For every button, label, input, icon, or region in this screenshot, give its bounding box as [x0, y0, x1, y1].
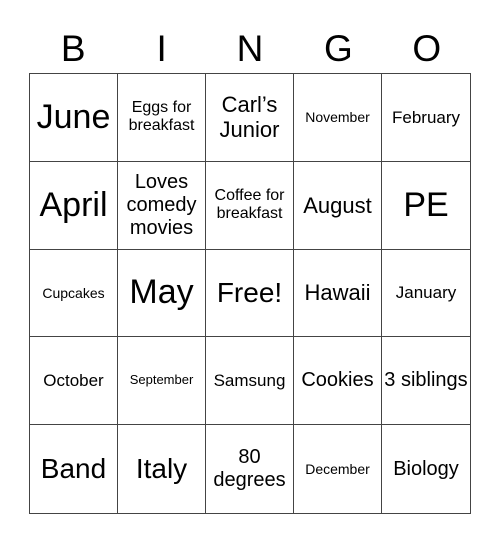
bingo-cell[interactable]: Loves comedy movies: [118, 161, 206, 250]
header-letter-b: B: [60, 28, 86, 69]
bingo-cell[interactable]: December: [294, 425, 382, 513]
bingo-cell[interactable]: Biology: [382, 425, 470, 513]
bingo-cell[interactable]: August: [294, 161, 382, 250]
header-letter-i: I: [156, 28, 167, 69]
header-letter-o: O: [412, 28, 442, 69]
bingo-cell[interactable]: Eggs for breakfast: [118, 74, 206, 162]
bingo-cell[interactable]: Hawaii: [294, 249, 382, 338]
bingo-cell[interactable]: September: [118, 337, 206, 426]
bingo-cell[interactable]: Cupcakes: [30, 249, 118, 338]
bingo-cell[interactable]: Samsung: [206, 337, 294, 426]
header-letter-g: G: [324, 28, 353, 69]
bingo-cell[interactable]: Carl’s Junior: [206, 74, 294, 162]
bingo-cell[interactable]: 80 degrees: [206, 425, 294, 513]
bingo-cell[interactable]: April: [30, 161, 118, 250]
bingo-cell[interactable]: January: [382, 250, 470, 338]
bingo-cell[interactable]: 3 siblings: [382, 337, 470, 426]
bingo-cell[interactable]: Band: [30, 425, 118, 513]
bingo-cell[interactable]: Italy: [118, 425, 206, 513]
bingo-cell[interactable]: February: [382, 74, 470, 162]
bingo-cell[interactable]: Coffee for breakfast: [206, 161, 294, 250]
bingo-cell[interactable]: November: [294, 74, 382, 162]
bingo-cell[interactable]: October: [30, 337, 118, 426]
free-space-cell[interactable]: Free!: [206, 249, 294, 338]
bingo-cell[interactable]: May: [118, 249, 206, 338]
bingo-cell[interactable]: June: [30, 74, 118, 162]
bingo-cell[interactable]: Cookies: [294, 337, 382, 426]
header-letter-n: N: [236, 28, 264, 69]
bingo-header: B I N G O: [29, 26, 471, 72]
bingo-grid: June Eggs for breakfast Carl’s Junior No…: [29, 73, 471, 514]
bingo-cell[interactable]: PE: [382, 162, 470, 250]
